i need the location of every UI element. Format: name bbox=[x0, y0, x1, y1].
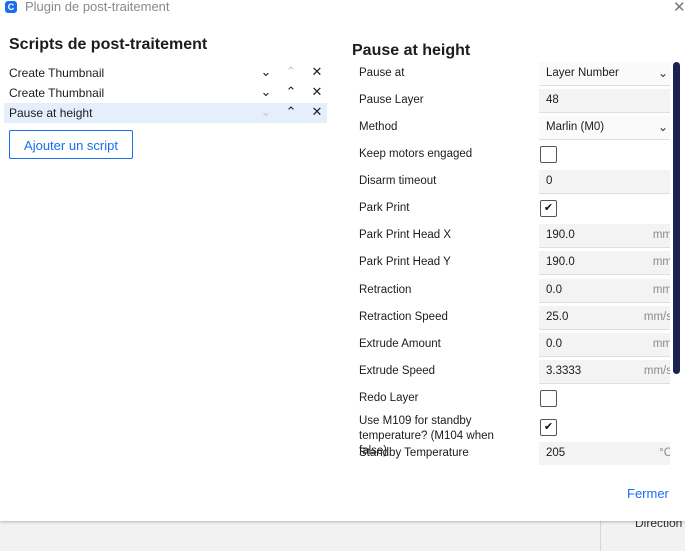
setting-unit: mm/s bbox=[643, 311, 670, 323]
setting-unit: mm bbox=[652, 338, 670, 350]
window-title: Plugin de post-traitement bbox=[25, 0, 170, 14]
settings-scrollbar[interactable] bbox=[673, 62, 680, 374]
setting-row: Park Print Head X 190.0 mm bbox=[352, 223, 670, 250]
setting-label: Keep motors engaged bbox=[359, 148, 473, 160]
setting-checkbox[interactable] bbox=[540, 390, 557, 407]
setting-input[interactable]: 0.0 mm bbox=[539, 333, 670, 357]
setting-dropdown[interactable]: Marlin (M0) ⌄ bbox=[539, 116, 670, 140]
setting-label: Redo Layer bbox=[359, 392, 419, 404]
setting-value: 205 bbox=[546, 447, 566, 459]
background-app-area: Direction bbox=[0, 516, 685, 551]
close-button[interactable]: Fermer bbox=[627, 486, 669, 501]
setting-label: Retraction Speed bbox=[359, 311, 448, 323]
move-up-icon[interactable]: ⌃ bbox=[283, 84, 299, 100]
setting-label: Park Print Head X bbox=[359, 229, 452, 241]
script-name: Create Thumbnail bbox=[9, 86, 105, 100]
setting-row: Pause at Layer Number ⌄ bbox=[352, 61, 670, 88]
move-down-icon[interactable]: ⌄ bbox=[258, 104, 274, 120]
setting-checkbox[interactable] bbox=[540, 146, 557, 163]
script-list-item[interactable]: Create Thumbnail ⌄ ⌃ ✕ bbox=[4, 63, 327, 83]
setting-row: Extrude Speed 3.3333 mm/s bbox=[352, 359, 670, 386]
setting-label: Disarm timeout bbox=[359, 175, 437, 187]
setting-input[interactable]: 190.0 mm bbox=[539, 251, 670, 275]
setting-value: 3.3333 bbox=[546, 365, 582, 377]
setting-row: Disarm timeout 0 bbox=[352, 169, 670, 196]
setting-value: 0 bbox=[546, 175, 553, 187]
scripts-heading: Scripts de post-traitement bbox=[9, 36, 208, 53]
setting-label: Pause at bbox=[359, 67, 405, 79]
script-name: Create Thumbnail bbox=[9, 66, 105, 80]
remove-script-icon[interactable]: ✕ bbox=[309, 64, 325, 80]
setting-value: 48 bbox=[546, 94, 559, 106]
cura-app-icon: C bbox=[5, 1, 17, 13]
setting-row: Use M109 for standby temperature? (M104 … bbox=[352, 415, 670, 457]
setting-row: Redo Layer bbox=[352, 386, 670, 413]
setting-unit: mm bbox=[652, 229, 670, 241]
setting-label: Extrude Speed bbox=[359, 365, 436, 377]
setting-label: Park Print bbox=[359, 202, 410, 214]
setting-row: Extrude Amount 0.0 mm bbox=[352, 332, 670, 359]
setting-value: Layer Number bbox=[546, 67, 619, 79]
setting-label: Standby Temperature bbox=[359, 447, 469, 459]
post-processing-dialog: C Plugin de post-traitement ✕ Scripts de… bbox=[0, 0, 685, 521]
script-list-item[interactable]: Create Thumbnail ⌄ ⌃ ✕ bbox=[4, 83, 327, 103]
setting-value: 0.0 bbox=[546, 338, 562, 350]
setting-unit: mm bbox=[652, 284, 670, 296]
title-bar: C Plugin de post-traitement ✕ bbox=[0, 0, 685, 18]
script-list-item[interactable]: Pause at height ⌄ ⌃ ✕ bbox=[4, 103, 327, 123]
move-up-icon[interactable]: ⌃ bbox=[283, 104, 299, 120]
setting-label: Park Print Head Y bbox=[359, 256, 451, 268]
setting-dropdown[interactable]: Layer Number ⌄ bbox=[539, 62, 670, 86]
move-down-icon[interactable]: ⌄ bbox=[258, 64, 274, 80]
setting-label: Extrude Amount bbox=[359, 338, 441, 350]
setting-value: 0.0 bbox=[546, 284, 562, 296]
setting-label: Pause Layer bbox=[359, 94, 424, 106]
setting-label: Retraction bbox=[359, 284, 412, 296]
chevron-down-icon: ⌄ bbox=[657, 66, 668, 80]
setting-unit: mm/s bbox=[643, 365, 670, 377]
script-name: Pause at height bbox=[9, 106, 93, 120]
setting-row: Park Print ✔ bbox=[352, 196, 670, 223]
move-down-icon[interactable]: ⌄ bbox=[258, 84, 274, 100]
setting-checkbox[interactable]: ✔ bbox=[540, 200, 557, 217]
chevron-down-icon: ⌄ bbox=[657, 120, 668, 134]
setting-input[interactable]: 48 bbox=[539, 89, 670, 113]
setting-row: Retraction Speed 25.0 mm/s bbox=[352, 305, 670, 332]
setting-input[interactable]: 3.3333 mm/s bbox=[539, 360, 670, 384]
setting-row: Method Marlin (M0) ⌄ bbox=[352, 115, 670, 142]
move-up-icon[interactable]: ⌃ bbox=[283, 64, 299, 80]
remove-script-icon[interactable]: ✕ bbox=[309, 104, 325, 120]
setting-value: 190.0 bbox=[546, 229, 575, 241]
setting-row: Standby Temperature 205 °C bbox=[352, 441, 670, 465]
setting-value: 190.0 bbox=[546, 256, 575, 268]
background-divider bbox=[600, 521, 601, 551]
setting-row: Park Print Head Y 190.0 mm bbox=[352, 250, 670, 277]
remove-script-icon[interactable]: ✕ bbox=[309, 84, 325, 100]
setting-row: Keep motors engaged bbox=[352, 142, 670, 169]
setting-row: Pause Layer 48 bbox=[352, 88, 670, 115]
setting-input[interactable]: 190.0 mm bbox=[539, 224, 670, 248]
close-window-icon[interactable]: ✕ bbox=[673, 0, 685, 16]
setting-checkbox[interactable]: ✔ bbox=[540, 419, 557, 436]
setting-input[interactable]: 25.0 mm/s bbox=[539, 306, 670, 330]
settings-panel: Pause at Layer Number ⌄ Pause Layer 48 Method… bbox=[352, 60, 670, 465]
setting-unit: °C bbox=[659, 447, 670, 459]
setting-row: Retraction 0.0 mm bbox=[352, 278, 670, 305]
settings-heading: Pause at height bbox=[352, 42, 471, 59]
setting-value: 25.0 bbox=[546, 311, 569, 323]
setting-label: Method bbox=[359, 121, 398, 133]
setting-input[interactable]: 0.0 mm bbox=[539, 279, 670, 303]
setting-unit: mm bbox=[652, 256, 670, 268]
setting-value: Marlin (M0) bbox=[546, 121, 605, 133]
add-script-button[interactable]: Ajouter un script bbox=[9, 130, 133, 159]
setting-input[interactable]: 0 bbox=[539, 170, 670, 194]
setting-input[interactable]: 205 °C bbox=[539, 442, 670, 465]
